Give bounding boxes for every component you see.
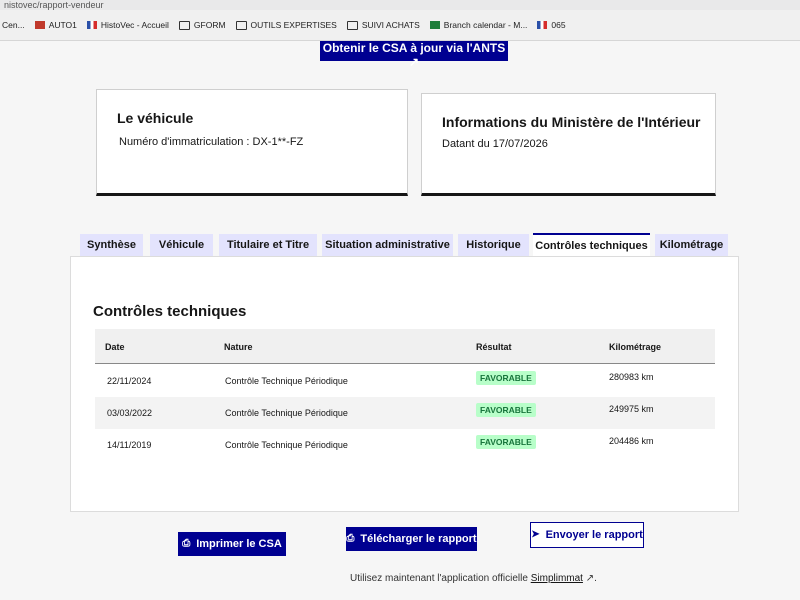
status-badge: FAVORABLE xyxy=(476,371,536,385)
bookmark-suivi[interactable]: SUIVI ACHATS xyxy=(346,20,420,30)
tab-vehicule[interactable]: Véhicule xyxy=(150,234,213,256)
row-nature: Contrôle Technique Périodique xyxy=(225,440,348,450)
simplimmat-link[interactable]: Simplimmat xyxy=(531,573,583,584)
controles-panel: Contrôles techniques Date Nature Résulta… xyxy=(70,256,739,512)
bookmark-label: OUTILS EXPERTISES xyxy=(250,20,337,30)
csa-ants-button[interactable]: Obtenir le CSA à jour via l'ANTS ↗ xyxy=(320,41,508,69)
tab-historique[interactable]: Historique xyxy=(458,234,529,256)
send-icon: ➤ xyxy=(531,529,540,540)
bookmark-label: Branch calendar - M... xyxy=(443,20,528,30)
send-report-button[interactable]: ➤ Envoyer le rapport xyxy=(530,522,644,548)
bookmark-label: AUTO1 xyxy=(48,20,77,30)
bookmark-branch[interactable]: Branch calendar - M... xyxy=(429,20,528,30)
folder-icon xyxy=(235,20,247,30)
red-square-icon xyxy=(34,21,45,29)
print-csa-label: Imprimer le CSA xyxy=(196,538,282,550)
ministry-date: Datant du 17/07/2026 xyxy=(442,138,548,150)
page-content: Obtenir le CSA à jour via l'ANTS ↗ Le vé… xyxy=(0,41,800,600)
row-nature: Contrôle Technique Périodique xyxy=(225,408,348,418)
tab-titulaire[interactable]: Titulaire et Titre xyxy=(219,234,317,256)
folder-icon xyxy=(178,20,190,30)
green-square-icon xyxy=(429,21,440,29)
bookmark-histovec[interactable]: HistoVec - Accueil xyxy=(86,20,169,30)
row-date: 22/11/2024 xyxy=(107,376,152,386)
footer-text: Utilisez maintenant l'application offici… xyxy=(350,573,528,584)
tab-controles-techniques[interactable]: Contrôles techniques xyxy=(533,233,650,257)
footer-note: Utilisez maintenant l'application offici… xyxy=(350,573,597,584)
tab-bar: Synthèse Véhicule Titulaire et Titre Sit… xyxy=(0,233,800,257)
tab-synthese[interactable]: Synthèse xyxy=(80,234,143,256)
tab-situation[interactable]: Situation administrative xyxy=(322,234,453,256)
col-nature: Nature xyxy=(224,342,253,352)
row-km: 204486 km xyxy=(609,436,654,446)
col-date: Date xyxy=(105,342,125,352)
ministry-card: Informations du Ministère de l'Intérieur… xyxy=(421,93,716,196)
tab-label: Véhicule xyxy=(158,239,205,251)
row-km: 249975 km xyxy=(609,404,654,414)
folder-icon xyxy=(346,20,358,30)
col-resultat: Résultat xyxy=(476,342,512,352)
tab-label: Situation administrative xyxy=(325,239,450,251)
csa-ants-label: Obtenir le CSA à jour via l'ANTS xyxy=(322,41,506,55)
address-bar[interactable]: nistovec/rapport-vendeur xyxy=(0,0,800,10)
bookmark-cen[interactable]: Cen... xyxy=(2,20,25,30)
bookmark-065[interactable]: 065 xyxy=(537,20,566,30)
status-badge: FAVORABLE xyxy=(476,435,536,449)
send-report-label: Envoyer le rapport xyxy=(545,529,643,541)
row-date: 03/03/2022 xyxy=(107,408,153,418)
bookmark-label: GFORM xyxy=(193,20,226,30)
flag-icon xyxy=(86,21,97,29)
printer-icon: ⎙ xyxy=(346,533,355,544)
bookmark-gform[interactable]: GFORM xyxy=(178,20,226,30)
status-badge: FAVORABLE xyxy=(476,403,536,417)
external-link-icon: ↗ xyxy=(585,573,595,584)
panel-title: Contrôles techniques xyxy=(93,303,247,320)
printer-icon: ⎙ xyxy=(182,538,191,549)
tab-label: Contrôles techniques xyxy=(535,240,648,252)
flag-icon xyxy=(537,21,548,29)
bookmark-outils[interactable]: OUTILS EXPERTISES xyxy=(235,20,337,30)
bookmark-label: HistoVec - Accueil xyxy=(100,20,169,30)
table-row: 03/03/2022 Contrôle Technique Périodique… xyxy=(95,397,715,429)
tab-label: Historique xyxy=(466,239,521,251)
bookmark-auto1[interactable]: AUTO1 xyxy=(34,20,77,30)
table-row: 14/11/2019 Contrôle Technique Périodique… xyxy=(95,429,715,461)
bookmark-label: 065 xyxy=(551,20,566,30)
tab-label: Synthèse xyxy=(87,239,136,251)
table-header: Date Nature Résultat Kilométrage xyxy=(95,329,715,364)
url-text: nistovec/rapport-vendeur xyxy=(4,0,104,10)
bookmarks-bar: Cen... AUTO1 HistoVec - Accueil GFORM OU… xyxy=(0,10,800,41)
tab-kilometrage[interactable]: Kilométrage xyxy=(655,234,728,256)
vehicle-card: Le véhicule Numéro d'immatriculation : D… xyxy=(96,89,408,196)
tab-label: Kilométrage xyxy=(659,239,724,251)
bookmark-label: Cen... xyxy=(2,20,25,30)
ministry-card-title: Informations du Ministère de l'Intérieur xyxy=(442,114,701,130)
row-date: 14/11/2019 xyxy=(107,440,152,450)
row-nature: Contrôle Technique Périodique xyxy=(225,376,348,386)
print-csa-button[interactable]: ⎙ Imprimer le CSA xyxy=(178,532,286,556)
col-kilometrage: Kilométrage xyxy=(609,342,662,352)
bookmark-label: SUIVI ACHATS xyxy=(361,20,420,30)
vehicle-card-title: Le véhicule xyxy=(117,110,194,126)
external-link-icon: ↗ xyxy=(408,55,420,69)
plate-number: Numéro d'immatriculation : DX-1**-FZ xyxy=(119,136,304,148)
download-report-button[interactable]: ⎙ Télécharger le rapport xyxy=(346,527,477,551)
tab-label: Titulaire et Titre xyxy=(226,239,310,251)
table-row: 22/11/2024 Contrôle Technique Périodique… xyxy=(95,365,715,397)
download-report-label: Télécharger le rapport xyxy=(360,533,477,545)
row-km: 280983 km xyxy=(609,372,654,382)
